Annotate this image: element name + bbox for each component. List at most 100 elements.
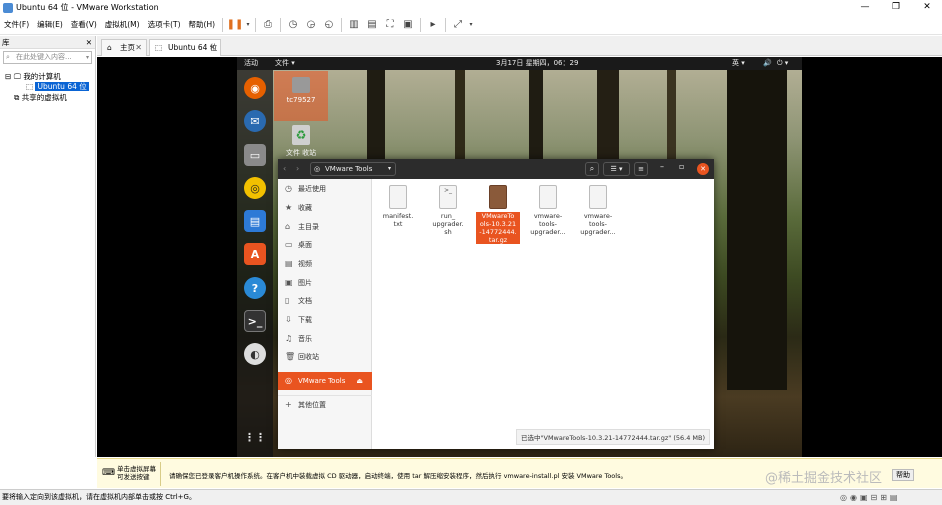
- close-button[interactable]: ✕: [697, 163, 709, 175]
- menu-icon[interactable]: ≡: [634, 162, 648, 176]
- sidebar-item-label: 文档: [298, 297, 312, 305]
- snapshot-manager-icon[interactable]: ◵: [320, 16, 338, 34]
- sidebar-item-downloads[interactable]: ⇩ 下载: [278, 311, 372, 329]
- sidebar-item-label: 桌面: [298, 241, 312, 249]
- selection-status: 已选中"VMwareTools-10.3.21-14772444.tar.gz"…: [516, 429, 710, 445]
- sidebar-item-vmware-tools[interactable]: ◎ VMware Tools ⏏: [278, 372, 372, 390]
- pause-icon[interactable]: ❚❚: [226, 16, 244, 34]
- volume-icon[interactable]: 🔊: [763, 57, 772, 70]
- sidebar-item-trash[interactable]: 🗑 回收站: [278, 348, 372, 366]
- library-title: 库: [2, 38, 10, 47]
- close-button[interactable]: ✕: [912, 0, 942, 15]
- text-file-icon: [589, 185, 607, 209]
- thunderbird-icon[interactable]: ✉: [244, 110, 266, 132]
- file-name: run_ upgrader. sh: [432, 212, 464, 236]
- minimize-button[interactable]: —: [850, 0, 880, 15]
- search-placeholder: 在此处键入内容...: [16, 53, 72, 61]
- file-item[interactable]: vmware- tools- upgrader...: [526, 185, 570, 236]
- tree-shared-vms[interactable]: ⧉ 共享的虚拟机: [14, 92, 67, 103]
- toolbar-separator: [445, 17, 447, 32]
- picture-icon: ▣: [285, 278, 293, 287]
- file-item[interactable]: manifest. txt: [376, 185, 420, 228]
- power-icon[interactable]: ⏻ ▾: [777, 57, 788, 70]
- divider: [160, 462, 161, 486]
- fit-window-icon[interactable]: ⛶: [381, 16, 399, 34]
- menu-file[interactable]: 文件(F): [0, 19, 33, 30]
- libreoffice-writer-icon[interactable]: ▤: [244, 210, 266, 232]
- sidebar-item-other-locations[interactable]: + 其他位置: [278, 395, 372, 413]
- desktop-icon-home[interactable]: tc79527: [274, 71, 328, 121]
- revert-snapshot-icon[interactable]: ◶: [302, 16, 320, 34]
- menu-tabs[interactable]: 选项卡(T): [144, 19, 185, 30]
- back-icon[interactable]: ‹: [283, 164, 286, 173]
- sidebar-item-label: 其他位置: [298, 401, 326, 409]
- console-icon[interactable]: ▸: [424, 16, 442, 34]
- watermark: @稀土掘金技术社区: [765, 471, 883, 486]
- dropdown-arrow-icon[interactable]: ▾: [86, 52, 89, 63]
- input-method-menu[interactable]: 英 ▾: [732, 57, 745, 70]
- script-file-icon: >_: [439, 185, 457, 209]
- stretch-icon[interactable]: ⤢: [449, 16, 467, 34]
- collapse-icon[interactable]: ⊟: [5, 72, 11, 81]
- menu-vm[interactable]: 虚拟机(M): [101, 19, 144, 30]
- sidebar-item-documents[interactable]: ▯ 文档: [278, 292, 372, 310]
- terminal-icon[interactable]: >_: [244, 310, 266, 332]
- device-icons[interactable]: ◎◉▣⊟⊞▤: [840, 490, 900, 505]
- dropdown-arrow-icon[interactable]: ▾: [467, 16, 475, 34]
- files-icon[interactable]: ▭: [244, 144, 266, 166]
- title-bar: Ubuntu 64 位 - VMware Workstation — ❐ ✕: [0, 0, 942, 15]
- minimize-button[interactable]: –: [660, 162, 664, 171]
- eject-icon[interactable]: ⏏: [356, 372, 363, 390]
- menu-view[interactable]: 查看(V): [67, 19, 101, 30]
- fullscreen-icon[interactable]: ▣: [399, 16, 417, 34]
- sidebar-item-starred[interactable]: ★ 收藏: [278, 199, 372, 217]
- files-app-menu[interactable]: 文件 ▾: [275, 57, 295, 70]
- close-icon[interactable]: ✕: [135, 40, 142, 56]
- menu-edit[interactable]: 编辑(E): [33, 19, 67, 30]
- path-bar[interactable]: ◎ VMware Tools ▾: [310, 162, 396, 176]
- dropdown-arrow-icon[interactable]: ▾: [244, 16, 252, 34]
- sidebar-item-music[interactable]: ♫ 音乐: [278, 330, 372, 348]
- view-list-icon[interactable]: ☰ ▾: [603, 162, 630, 176]
- sidebar-item-desktop[interactable]: ▭ 桌面: [278, 236, 372, 254]
- help-icon[interactable]: ?: [244, 277, 266, 299]
- sidebar-item-videos[interactable]: ▤ 视频: [278, 255, 372, 273]
- close-icon[interactable]: ✕: [86, 36, 92, 49]
- ubuntu-software-icon[interactable]: A: [244, 243, 266, 265]
- activities-button[interactable]: 活动: [244, 57, 258, 70]
- sidebar-item-recent[interactable]: ◷ 最近使用: [278, 180, 372, 198]
- send-ctrl-alt-del-icon[interactable]: ⎙: [259, 16, 277, 34]
- dropdown-arrow-icon[interactable]: ▾: [388, 163, 391, 175]
- dvd-icon[interactable]: ◐: [244, 343, 266, 365]
- help-button[interactable]: 帮助: [892, 469, 914, 481]
- file-item[interactable]: vmware- tools- upgrader...: [576, 185, 620, 236]
- tab-home[interactable]: ⌂ 主页 ✕: [101, 39, 147, 56]
- sidebar-item-pictures[interactable]: ▣ 图片: [278, 274, 372, 292]
- close-icon[interactable]: ✕: [209, 40, 216, 56]
- maximize-button[interactable]: ❐: [881, 0, 911, 15]
- library-view-icon[interactable]: ▥: [345, 16, 363, 34]
- forward-icon[interactable]: ›: [296, 164, 299, 173]
- show-applications-icon[interactable]: ⋮⋮: [244, 426, 266, 448]
- vm-icon: ⬚: [26, 82, 34, 91]
- library-search-input[interactable]: ⌕ 在此处键入内容... ▾: [3, 51, 92, 64]
- ubuntu-desktop[interactable]: 活动 文件 ▾ 3月17日 星期四，06：29 英 ▾ 🔊 ⏻ ▾ ◉ ✉ ▭ …: [237, 57, 802, 457]
- sidebar-item-label: 图片: [298, 279, 312, 287]
- desktop-icon-trash[interactable]: ♻ 文件 收站: [274, 123, 328, 158]
- library-panel: 库 ✕ ⌕ 在此处键入内容... ▾ ⊟ 🖵 我的计算机 ⬚ Ubuntu 64…: [0, 36, 96, 457]
- snapshot-icon[interactable]: ◷: [284, 16, 302, 34]
- file-manager-window[interactable]: ‹ › ◎ VMware Tools ▾ ⌕ ☰ ▾ ≡ – ▫ ✕ ◷ 最近使用…: [278, 159, 714, 449]
- file-name: vmware- tools- upgrader...: [580, 212, 616, 236]
- maximize-button[interactable]: ▫: [679, 162, 684, 171]
- clock[interactable]: 3月17日 星期四，06：29: [496, 57, 578, 70]
- search-icon[interactable]: ⌕: [585, 162, 599, 176]
- thumbnail-view-icon[interactable]: ▤: [363, 16, 381, 34]
- firefox-icon[interactable]: ◉: [244, 77, 266, 99]
- menu-help[interactable]: 帮助(H): [185, 19, 220, 30]
- tab-ubuntu[interactable]: ⬚ Ubuntu 64 位 ✕: [149, 39, 221, 56]
- file-item[interactable]: >_ run_ upgrader. sh: [426, 185, 470, 236]
- sidebar-item-home[interactable]: ⌂ 主目录: [278, 218, 372, 236]
- rhythmbox-icon[interactable]: ◎: [244, 177, 266, 199]
- tree-vm-ubuntu[interactable]: ⬚ Ubuntu 64 位: [26, 81, 89, 92]
- file-item-selected[interactable]: VMwareTo ols-10.3.21 -14772444. tar.gz: [476, 185, 520, 244]
